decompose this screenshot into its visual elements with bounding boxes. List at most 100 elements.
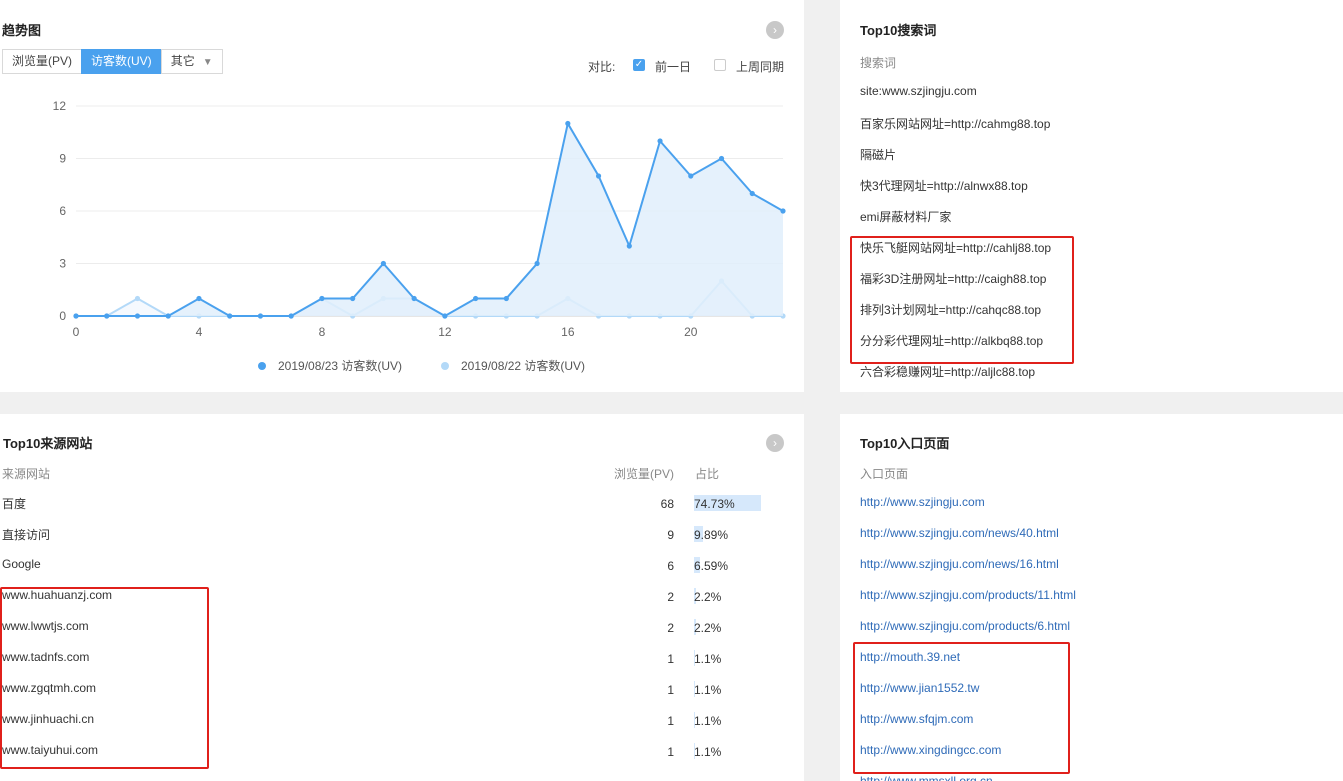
data-point <box>749 190 755 197</box>
source-share-value: 1.1% <box>694 683 722 697</box>
data-point <box>718 155 725 162</box>
search-term-item: 排列3计划网址=http://cahqc88.top <box>860 303 1042 317</box>
table-row: www.tadnfs.com 1 1.1% <box>0 650 780 681</box>
source-site-name: www.huahuanzj.com <box>2 588 113 602</box>
table-row: www.jinhuachi.cn 1 1.1% <box>0 712 780 743</box>
source-pv-value: 2 <box>667 590 674 604</box>
table-row: Google 6 6.59% <box>0 557 780 588</box>
source-pv-value: 9 <box>667 528 674 542</box>
data-point <box>626 243 632 249</box>
legend-label: 2019/08/22 访客数(UV) <box>461 358 585 373</box>
source-pv-value: 1 <box>667 652 674 666</box>
top-source-panel: Top10来源网站 › 来源网站 浏览量(PV) 占比 百度 68 74.73% 直接… <box>0 414 804 781</box>
entry-page-link[interactable]: http://www.szjingju.com <box>860 495 985 509</box>
trend-panel: 趋势图 › 浏览量(PV) 访客数(UV) 其它 ▼ 对比: ✓ 前一日 上周同期… <box>0 0 804 392</box>
data-point <box>688 173 694 179</box>
tab-uv[interactable]: 访客数(UV) <box>81 49 162 74</box>
data-point <box>473 295 479 302</box>
table-row: 直接访问 9 9.89% <box>0 526 780 557</box>
data-point <box>780 208 786 214</box>
x-tick-label: 16 <box>561 325 575 339</box>
search-term-item: 百家乐网站网址=http://cahmg88.top <box>860 117 1051 131</box>
x-tick-label: 12 <box>438 325 452 339</box>
chevron-down-icon: ▼ <box>202 57 213 68</box>
data-point <box>165 313 171 319</box>
x-tick-label: 8 <box>319 325 326 339</box>
entry-page-link[interactable]: http://www.szjingju.com/news/16.html <box>860 557 1059 571</box>
search-term-item: 分分彩代理网址=http://alkbq88.top <box>860 334 1044 348</box>
entry-page-link[interactable]: http://www.szjingju.com/news/40.html <box>860 526 1059 540</box>
entry-page-link[interactable]: http://www.szjingju.com/products/6.html <box>860 619 1070 633</box>
data-point <box>196 295 202 302</box>
entry-page-link[interactable]: http://www.sfqjm.com <box>860 712 973 726</box>
top-source-title: Top10来源网站 <box>3 436 93 451</box>
tab-other-label: 其它 <box>170 54 195 68</box>
entry-page-link[interactable]: http://www.xingdingcc.com <box>860 743 1001 757</box>
data-point <box>288 313 294 319</box>
data-point <box>134 313 141 319</box>
compare-last-week-label[interactable]: 上周同期 <box>736 58 784 75</box>
tab-pv-label: 浏览量(PV) <box>12 54 73 68</box>
entry-page-link[interactable]: http://www.szjingju.com/products/11.html <box>860 588 1076 602</box>
source-share-value: 1.1% <box>694 745 722 759</box>
source-share-value: 1.1% <box>694 652 722 666</box>
top-entry-title: Top10入口页面 <box>860 436 950 451</box>
compare-last-week-checkbox[interactable] <box>714 59 726 71</box>
data-point <box>104 313 110 319</box>
data-point <box>503 295 509 302</box>
chevron-right-circle-icon[interactable]: › <box>766 434 784 452</box>
source-pv-value: 1 <box>667 714 674 728</box>
tab-pv[interactable]: 浏览量(PV) <box>2 49 83 74</box>
source-pv-value: 68 <box>660 497 674 511</box>
table-row: 百度 68 74.73% <box>0 495 780 526</box>
metric-tabs: 浏览量(PV) 访客数(UV) 其它 ▼ <box>2 49 223 74</box>
x-tick-label: 0 <box>73 325 80 339</box>
legend-label: 2019/08/23 访客数(UV) <box>278 358 402 373</box>
legend-marker <box>258 362 266 370</box>
source-share-value: 2.2% <box>694 590 722 604</box>
legend-marker <box>441 362 449 370</box>
data-point <box>442 313 448 319</box>
y-tick-label: 6 <box>59 204 66 218</box>
top-search-panel: Top10搜索词 搜索词 site:www.szjingju.com 百家乐网站网… <box>840 0 1343 392</box>
source-site-column-header: 来源网站 <box>2 467 51 481</box>
table-row: www.huahuanzj.com 2 2.2% <box>0 588 780 619</box>
data-point <box>534 260 540 267</box>
search-term-item: site:www.szjingju.com <box>860 84 977 98</box>
source-pv-value: 1 <box>667 683 674 697</box>
table-row: www.lwwtjs.com 2 2.2% <box>0 619 780 650</box>
search-term-item: 隔磁片 <box>860 148 897 162</box>
top-entry-panel: Top10入口页面 入口页面 http://www.szjingju.com ht… <box>840 414 1343 781</box>
data-point <box>257 313 264 319</box>
entry-page-link[interactable]: http://www.mmsxll.org.cn <box>860 774 993 781</box>
trend-title: 趋势图 <box>2 23 42 38</box>
source-site-name: www.lwwtjs.com <box>2 619 89 633</box>
data-point <box>73 313 79 319</box>
entry-page-link[interactable]: http://www.jian1552.tw <box>860 681 979 695</box>
tab-other-dropdown[interactable]: 其它 ▼ <box>160 49 223 74</box>
entry-page-link[interactable]: http://mouth.39.net <box>860 650 960 664</box>
search-term-item: 快3代理网址=http://alnwx88.top <box>860 179 1028 193</box>
data-point <box>227 313 233 319</box>
data-point <box>380 260 386 267</box>
data-point <box>319 295 325 302</box>
x-tick-label: 4 <box>196 325 203 339</box>
source-pv-value: 6 <box>667 559 674 573</box>
source-site-name: www.tadnfs.com <box>2 650 90 664</box>
search-term-item: 六合彩稳赚网址=http://aljlc88.top <box>860 365 1036 379</box>
search-term-item: 福彩3D注册网址=http://caigh88.top <box>860 272 1047 286</box>
y-tick-label: 12 <box>53 99 67 113</box>
source-site-name: Google <box>2 557 41 571</box>
data-point <box>565 120 571 127</box>
y-tick-label: 3 <box>59 257 66 271</box>
trend-chart: 0 3 6 9 12 0 4 8 12 16 20 2019/08/23 访客数(UV) 2019/08… <box>53 99 786 373</box>
share-column-header: 占比 <box>695 467 720 481</box>
compare-prev-day-label[interactable]: 前一日 <box>655 58 691 75</box>
source-share-value: 6.59% <box>694 559 729 573</box>
table-row: www.zgqtmh.com 1 1.1% <box>0 681 780 712</box>
source-site-name: 直接访问 <box>2 528 51 542</box>
entry-page-column-header: 入口页面 <box>860 467 909 481</box>
chevron-right-circle-icon[interactable]: › <box>766 21 784 39</box>
compare-prev-day-checkbox[interactable]: ✓ <box>633 59 645 71</box>
search-term-item: 快乐飞艇网站网址=http://cahlj88.top <box>860 241 1052 255</box>
